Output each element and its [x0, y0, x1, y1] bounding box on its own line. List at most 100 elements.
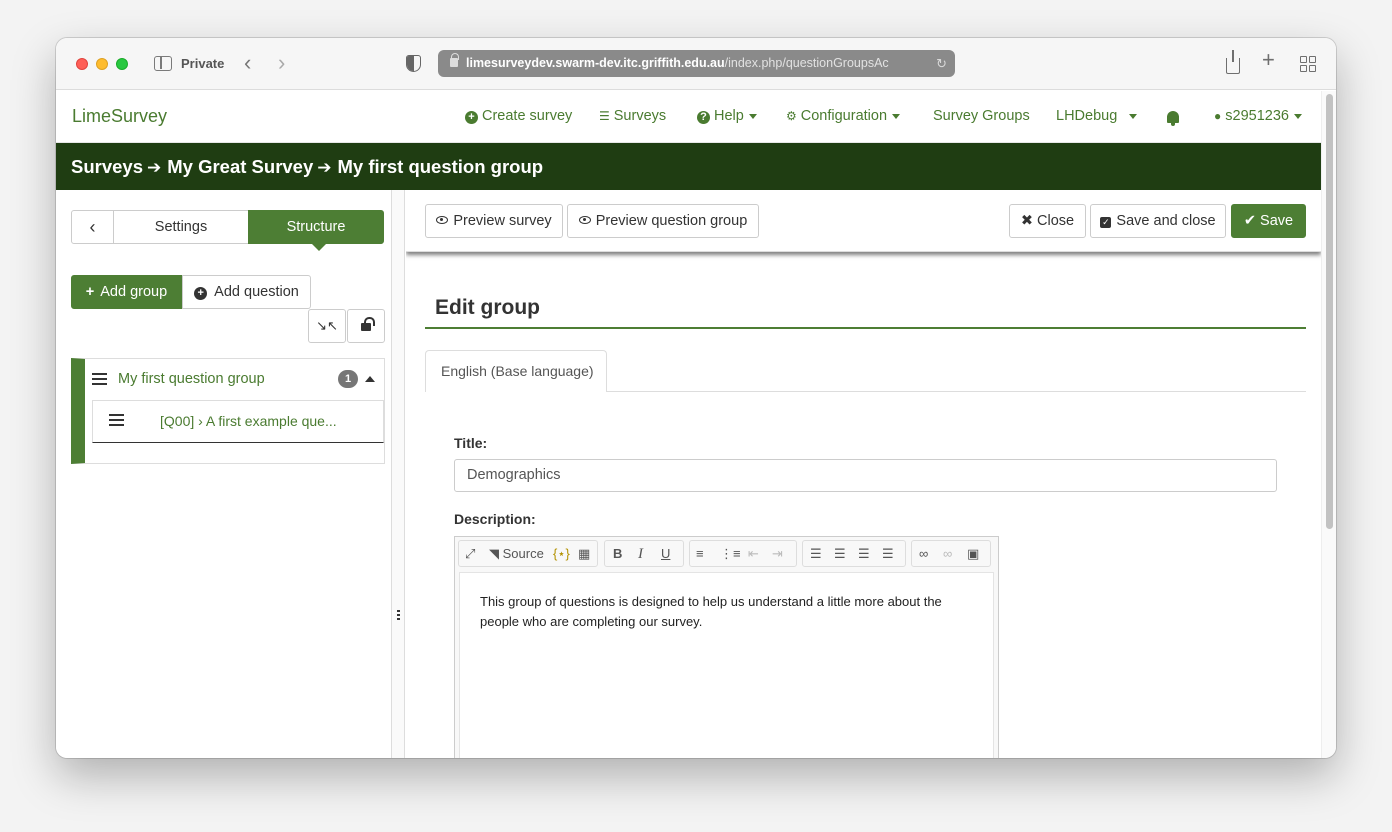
survey-groups-link[interactable]: Survey Groups	[933, 108, 1030, 124]
breadcrumb-survey[interactable]: My Great Survey	[167, 156, 313, 177]
address-bar[interactable]: limesurveydev.swarm-dev.itc.griffith.edu…	[438, 50, 955, 77]
page-scrollbar[interactable]	[1321, 91, 1336, 758]
lock-icon	[450, 53, 459, 67]
caret-down-icon	[748, 113, 757, 119]
zoom-window-button[interactable]	[116, 58, 128, 70]
eye-icon	[436, 216, 449, 224]
question-link[interactable]: [Q00] › A first example que...	[160, 413, 337, 429]
table-icon[interactable]: ▦	[578, 545, 590, 563]
question-circle-icon: ?	[697, 111, 710, 124]
help-menu[interactable]: ? Help	[697, 108, 757, 124]
page-title: Edit group	[435, 296, 540, 319]
toolbar-group-align: ☰ ☰ ☰ ☰	[802, 540, 906, 567]
underline-icon[interactable]: U	[661, 545, 670, 563]
brand-logo[interactable]: LimeSurvey	[72, 106, 167, 127]
check-icon: ✔	[1243, 213, 1257, 229]
privacy-shield-icon[interactable]	[406, 55, 421, 72]
save-and-close-button[interactable]: ✓ Save and close	[1090, 204, 1226, 238]
question-group-item: My first question group 1 [Q00] › A firs…	[71, 358, 385, 464]
configuration-menu[interactable]: ⚙ Configuration	[786, 108, 901, 124]
add-group-button[interactable]: + Add group	[71, 275, 182, 309]
debug-menu[interactable]: LHDebug	[1056, 108, 1138, 124]
bell-icon[interactable]	[1167, 111, 1179, 126]
top-navbar: LimeSurvey + Create survey ☰ Surveys ? Help…	[56, 91, 1321, 143]
indent-icon[interactable]: ⇥	[772, 545, 783, 563]
plus-circle-icon: +	[194, 287, 208, 300]
save-button[interactable]: ✔ Save	[1231, 204, 1306, 238]
collapse-all-button[interactable]: ↘↖	[308, 309, 346, 343]
tab-overview-icon[interactable]	[1300, 56, 1316, 72]
justify-icon[interactable]: ☰	[882, 545, 894, 563]
bold-icon[interactable]: B	[613, 545, 622, 563]
breadcrumb-group: My first question group	[337, 156, 544, 177]
preview-group-button[interactable]: Preview question group	[567, 204, 759, 238]
caret-down-icon	[1293, 113, 1302, 119]
collapse-sidebar-button[interactable]: ‹	[71, 210, 114, 244]
preview-survey-button[interactable]: Preview survey	[425, 204, 563, 238]
back-arrow-icon[interactable]: ‹	[244, 52, 251, 74]
title-field[interactable]: Demographics	[454, 459, 1277, 492]
check-square-icon: ✓	[1100, 217, 1112, 228]
minimize-window-button[interactable]	[96, 58, 108, 70]
chevron-left-icon: ‹	[89, 217, 96, 237]
align-left-icon[interactable]: ☰	[810, 545, 822, 563]
bullet-list-icon[interactable]: ⋮≡	[720, 545, 741, 563]
image-icon[interactable]: ▣	[967, 545, 979, 563]
tab-settings[interactable]: Settings	[113, 210, 249, 244]
gears-icon: ⚙	[786, 109, 797, 123]
unlock-button[interactable]	[347, 309, 385, 343]
plus-circle-icon: +	[465, 111, 478, 124]
url-host: limesurveydev.swarm-dev.itc.griffith.edu…	[466, 56, 725, 70]
align-right-icon[interactable]: ☰	[858, 545, 870, 563]
close-window-button[interactable]	[76, 58, 88, 70]
question-item[interactable]: [Q00] › A first example que...	[92, 400, 384, 443]
compress-icon: ↘↖	[316, 318, 338, 333]
sidebar-resize-handle[interactable]	[392, 190, 405, 758]
browser-window: Private ‹ › limesurveydev.swarm-dev.itc.…	[56, 38, 1336, 758]
breadcrumb-surveys[interactable]: Surveys	[71, 156, 143, 177]
caret-down-icon	[892, 113, 901, 119]
unlink-icon[interactable]: ∞	[943, 545, 952, 563]
main-content: Preview survey Preview question group ✖ C…	[406, 190, 1321, 758]
browser-toolbar: Private ‹ › limesurveydev.swarm-dev.itc.…	[56, 38, 1336, 90]
url-path: /index.php/questionGroupsAc	[724, 56, 889, 70]
eye-icon	[578, 216, 591, 224]
align-center-icon[interactable]: ☰	[834, 545, 846, 563]
tab-structure[interactable]: Structure	[248, 210, 384, 251]
caret-down-icon	[1129, 113, 1138, 119]
toolbar-group-lists: ≡ ⋮≡ ⇤ ⇥	[689, 540, 797, 567]
user-menu[interactable]: ● s2951236	[1214, 108, 1302, 124]
plus-icon: +	[85, 284, 95, 300]
sidebar-toggle-icon[interactable]	[154, 56, 172, 71]
group-title-link[interactable]: My first question group	[118, 371, 265, 387]
italic-icon[interactable]: I	[638, 545, 643, 563]
arrow-right-icon: ➔	[317, 158, 332, 177]
reload-icon[interactable]: ↻	[936, 50, 947, 77]
tab-english[interactable]: English (Base language)	[425, 350, 607, 392]
scrollbar-thumb[interactable]	[1326, 94, 1333, 529]
close-button[interactable]: ✖ Close	[1009, 204, 1086, 238]
create-survey-link[interactable]: + Create survey	[465, 108, 572, 124]
description-text-area[interactable]: This group of questions is designed to h…	[459, 572, 994, 758]
caret-up-icon[interactable]	[365, 376, 375, 382]
description-editor: ⤢ ◥ Source {⋆} ▦ B I U ≡ ⋮≡ ⇤ ⇥ ☰ ☰ ☰ ☰ …	[454, 536, 999, 758]
heading-divider	[425, 327, 1306, 329]
structure-sidebar: ‹ Settings Structure + Add group + Add que…	[56, 190, 392, 758]
new-tab-icon[interactable]: +	[1262, 49, 1275, 71]
share-icon[interactable]	[1226, 50, 1240, 74]
link-icon[interactable]: ∞	[919, 545, 928, 563]
maximize-icon[interactable]: ⤢	[465, 545, 475, 563]
toolbar-group-tools: ⤢ ◥ Source {⋆} ▦	[458, 540, 598, 567]
user-icon: ●	[1214, 109, 1222, 123]
forward-arrow-icon[interactable]: ›	[278, 52, 285, 74]
source-button[interactable]: ◥ Source	[489, 545, 544, 563]
outdent-icon[interactable]: ⇤	[748, 545, 759, 563]
surveys-link[interactable]: ☰ Surveys	[599, 108, 666, 124]
tab-divider	[606, 391, 1306, 392]
drag-handle-icon[interactable]	[92, 373, 107, 385]
drag-handle-icon[interactable]	[109, 414, 124, 426]
list-icon: ☰	[599, 109, 610, 123]
numbered-list-icon[interactable]: ≡	[696, 545, 704, 563]
placeholder-icon[interactable]: {⋆}	[553, 545, 570, 563]
add-question-button[interactable]: + Add question	[182, 275, 311, 309]
